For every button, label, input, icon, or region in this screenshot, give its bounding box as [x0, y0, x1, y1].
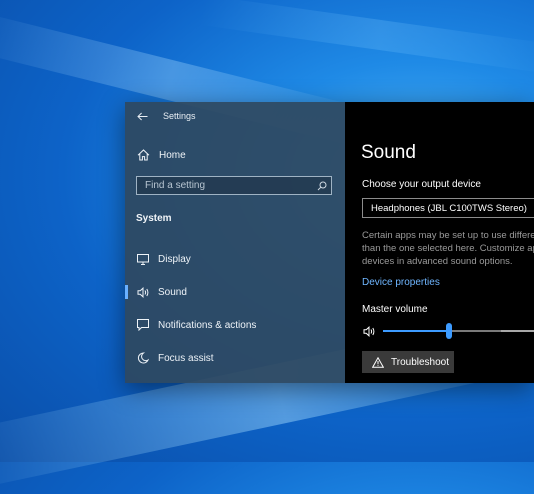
master-volume-slider[interactable] — [383, 323, 534, 339]
sidebar-item-label: Sound — [158, 286, 187, 298]
title-bar: Settings — [125, 102, 345, 130]
sidebar-item-sound[interactable]: Sound — [125, 281, 345, 303]
description-line: than the one selected here. Customize ap — [362, 243, 534, 254]
troubleshoot-label: Troubleshoot — [391, 356, 449, 368]
back-arrow-icon — [136, 112, 148, 121]
slider-track-highlight — [501, 330, 534, 332]
moon-icon — [135, 350, 151, 366]
volume-speaker-icon[interactable] — [362, 324, 376, 338]
speaker-icon — [135, 284, 151, 300]
master-volume-label: Master volume — [362, 304, 428, 315]
description-line: devices in advanced sound options. — [362, 256, 513, 267]
warning-icon — [371, 355, 385, 369]
sidebar-item-label: Display — [158, 253, 191, 265]
monitor-icon — [135, 251, 151, 267]
sidebar-item-home[interactable]: Home — [135, 146, 186, 164]
home-icon — [135, 147, 151, 163]
home-label: Home — [159, 149, 186, 161]
slider-fill — [383, 330, 449, 332]
search-box[interactable] — [136, 176, 332, 195]
troubleshoot-button[interactable]: Troubleshoot — [362, 351, 454, 373]
sidebar-item-focus-assist[interactable]: Focus assist — [125, 347, 345, 369]
output-device-dropdown[interactable]: Headphones (JBL C100TWS Stereo) — [362, 198, 534, 218]
sidebar-item-label: Notifications & actions — [158, 319, 257, 331]
search-icon[interactable] — [313, 177, 331, 194]
settings-window: Settings Home System Display Sound — [125, 102, 534, 383]
sound-settings-panel: Sound Choose your output device Headphon… — [345, 102, 534, 383]
page-title: Sound — [361, 142, 416, 163]
sidebar-item-notifications[interactable]: Notifications & actions — [125, 314, 345, 336]
description-line: Certain apps may be set up to use differ… — [362, 230, 534, 241]
output-device-label: Choose your output device — [362, 179, 481, 190]
device-properties-link[interactable]: Device properties — [362, 277, 440, 288]
output-description: Certain apps may be set up to use differ… — [362, 229, 534, 268]
back-button[interactable] — [125, 102, 159, 130]
sidebar-item-label: Focus assist — [158, 352, 214, 364]
wallpaper-light-beam — [199, 0, 534, 75]
search-input[interactable] — [137, 177, 313, 194]
sidebar-item-display[interactable]: Display — [125, 248, 345, 270]
settings-sidebar: Settings Home System Display Sound — [125, 102, 345, 383]
notification-icon — [135, 317, 151, 333]
output-device-value: Headphones (JBL C100TWS Stereo) — [371, 202, 527, 214]
section-title: System — [136, 213, 172, 224]
slider-thumb[interactable] — [446, 323, 452, 339]
window-title: Settings — [163, 111, 196, 121]
